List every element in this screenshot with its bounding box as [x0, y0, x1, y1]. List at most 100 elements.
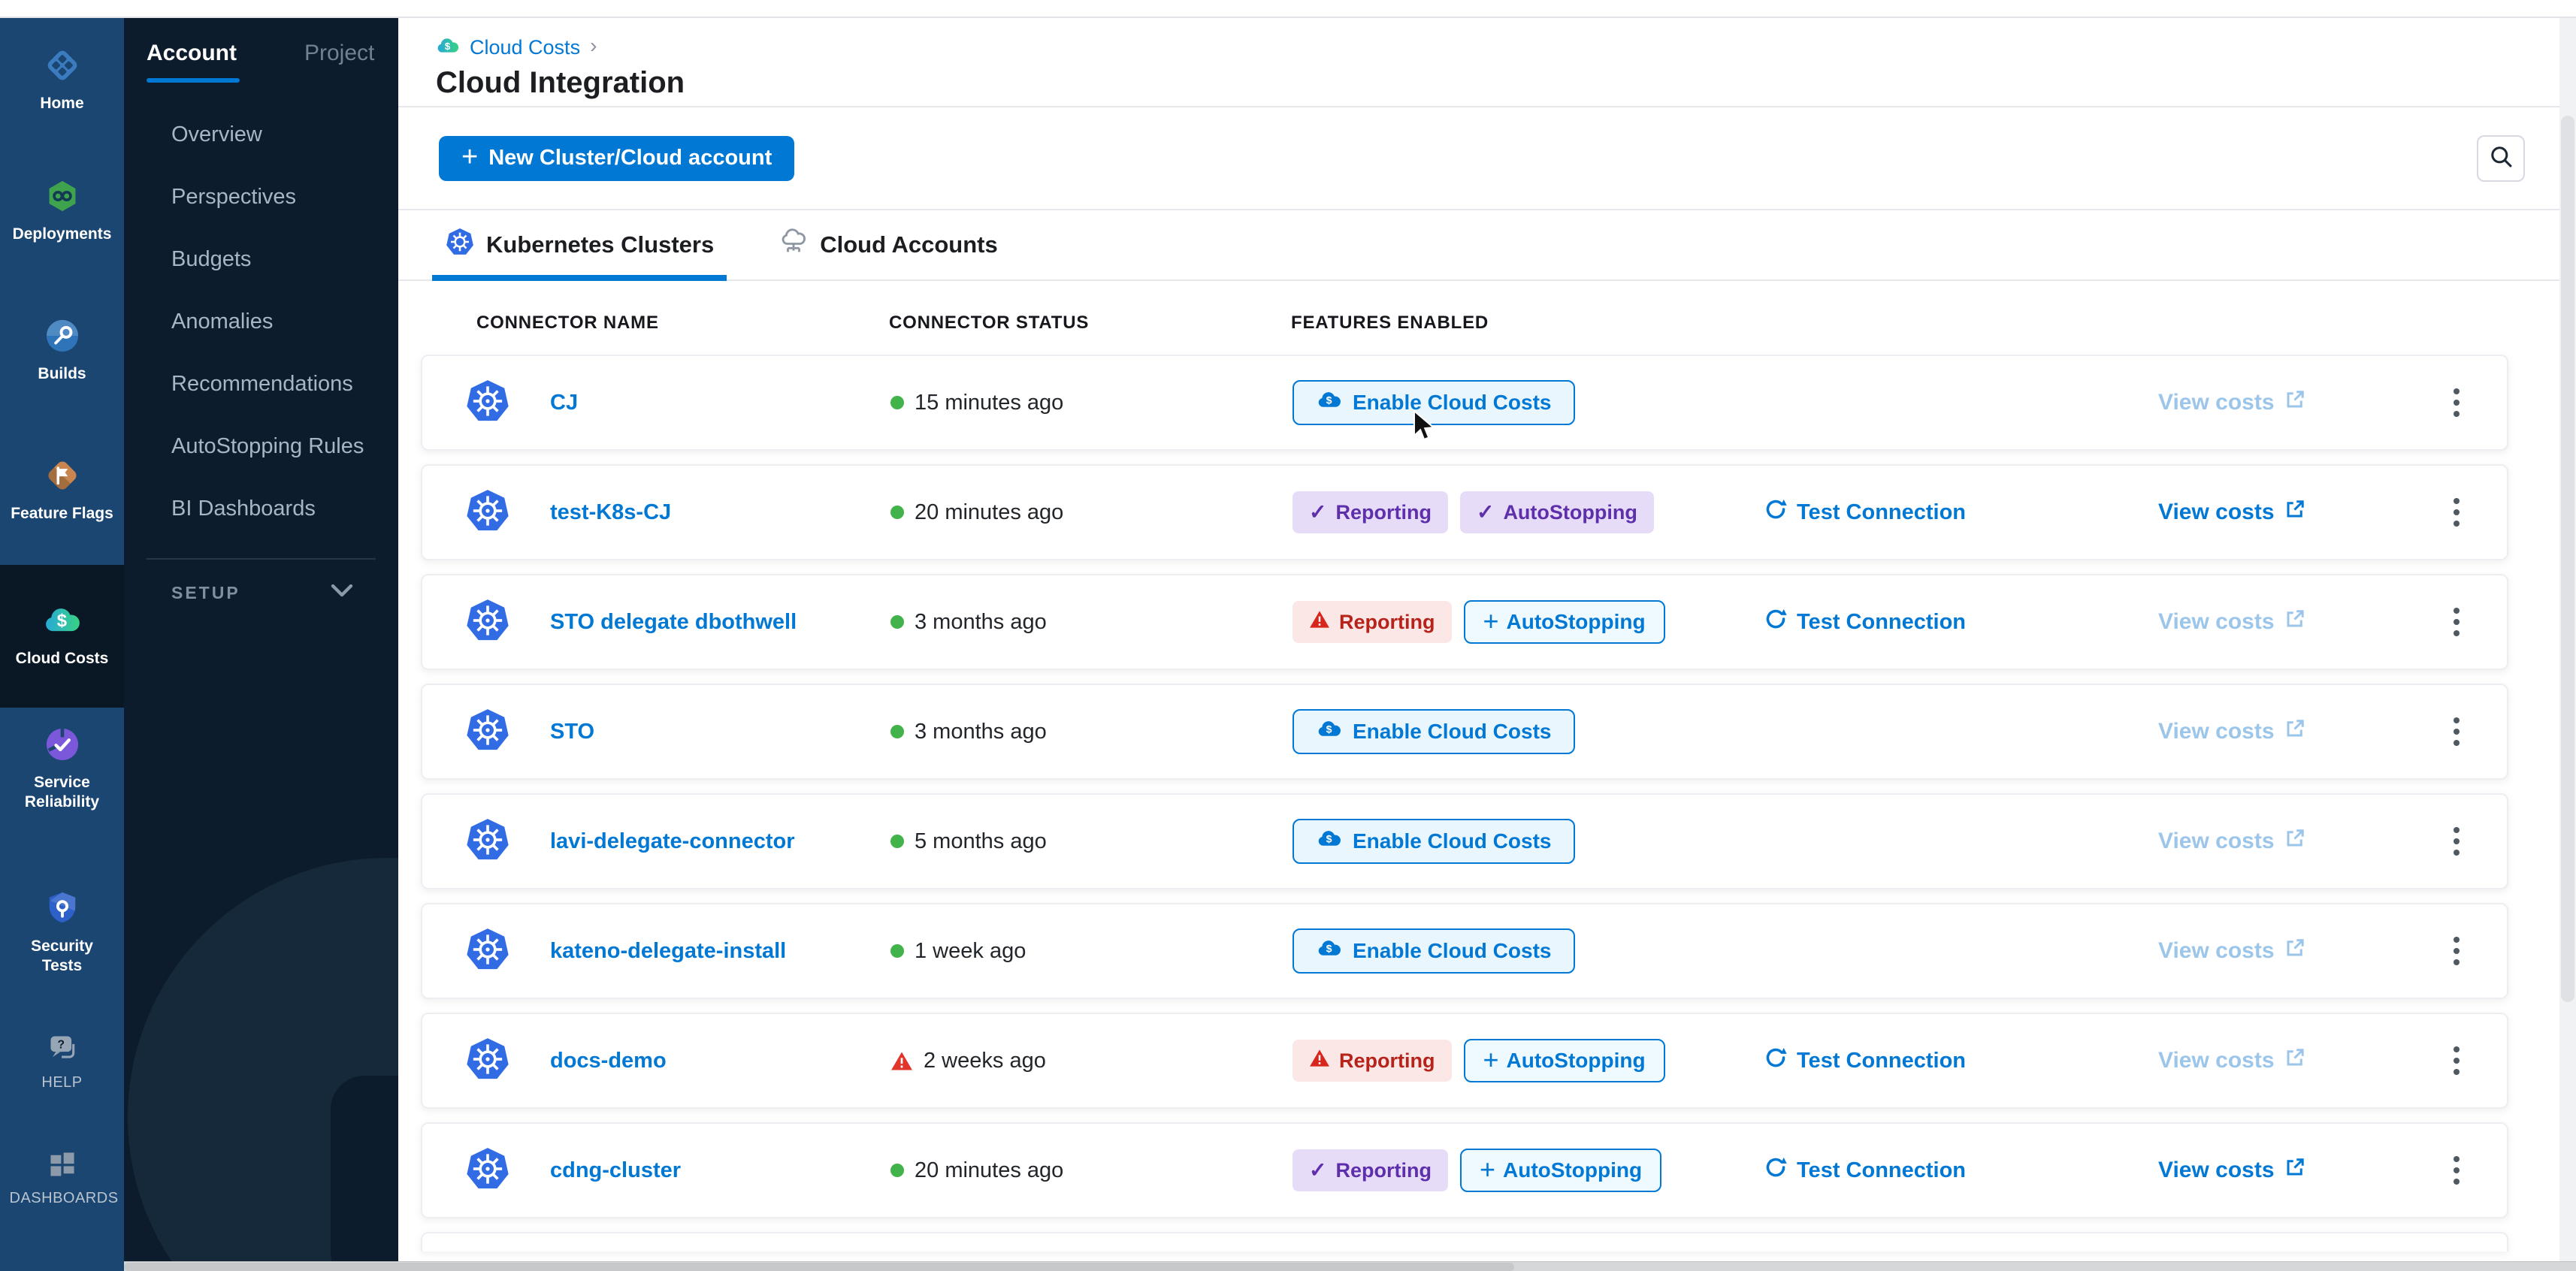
svg-text:?: ? — [57, 1039, 65, 1052]
external-link-icon — [2284, 1156, 2306, 1185]
breadcrumb: $ Cloud Costs › — [436, 35, 2576, 60]
vertical-scrollbar-thumb[interactable] — [2561, 116, 2574, 1002]
sidebar-item-overview[interactable]: Overview — [124, 104, 398, 166]
setup-label: SETUP — [171, 583, 240, 603]
reporting-error-badge: Reporting — [1293, 601, 1452, 643]
horizontal-scrollbar[interactable] — [124, 1261, 2576, 1271]
svg-text:$: $ — [445, 40, 451, 51]
panel-watermark — [128, 858, 398, 1271]
connector-name-link[interactable]: test-K8s-CJ — [550, 500, 890, 525]
badge-label: Reporting — [1339, 611, 1435, 634]
table-row-partial — [421, 1232, 2508, 1251]
horizontal-scrollbar-thumb[interactable] — [124, 1263, 1514, 1271]
view-costs-link[interactable]: View costs — [2158, 937, 2406, 965]
connector-name-link[interactable]: lavi-delegate-connector — [550, 829, 890, 854]
view-costs-link[interactable]: View costs — [2158, 1046, 2406, 1075]
test-connection-link[interactable]: Test Connection — [1764, 1046, 2158, 1076]
column-header-connector-name: CONNECTOR NAME — [476, 312, 659, 334]
sidebar-item-bi-dashboards[interactable]: BI Dashboards — [124, 478, 398, 540]
tab-project[interactable]: Project — [304, 41, 374, 83]
connector-status: 5 months ago — [890, 829, 1293, 854]
sidebar-item-budgets[interactable]: Budgets — [124, 228, 398, 291]
row-menu-button[interactable] — [2444, 708, 2469, 755]
row-menu-button[interactable] — [2444, 1147, 2469, 1194]
test-connection-link[interactable]: Test Connection — [1764, 497, 2158, 527]
setup-section-toggle[interactable]: SETUP — [124, 560, 398, 626]
tab-kubernetes-clusters[interactable]: Kubernetes Clusters — [432, 210, 727, 279]
search-button[interactable] — [2477, 135, 2525, 182]
features-cell: ✓Reporting✓AutoStopping — [1293, 491, 1764, 533]
rail-item-dashboards[interactable]: DASHBOARDS — [0, 1151, 124, 1208]
test-connection-link[interactable]: Test Connection — [1764, 1155, 2158, 1185]
home-icon — [45, 48, 80, 86]
status-ok-dot — [890, 835, 904, 848]
cloud-dollar-icon: $ — [1317, 718, 1342, 745]
status-ok-dot — [890, 944, 904, 958]
feature-flags-icon — [45, 458, 80, 497]
connector-name-link[interactable]: kateno-delegate-install — [550, 939, 890, 964]
connector-name-link[interactable]: docs-demo — [550, 1049, 890, 1073]
add-autostopping-button[interactable]: +AutoStopping — [1464, 1039, 1665, 1082]
enable-cloud-costs-button[interactable]: $Enable Cloud Costs — [1293, 819, 1575, 864]
sidebar-item-recommendations[interactable]: Recommendations — [124, 353, 398, 415]
sidebar-item-perspectives[interactable]: Perspectives — [124, 166, 398, 228]
view-costs-label: View costs — [2158, 719, 2275, 744]
rail-item-service-reliability[interactable]: Service Reliability — [0, 727, 124, 813]
enable-cloud-costs-button[interactable]: $Enable Cloud Costs — [1293, 928, 1575, 974]
view-costs-link[interactable]: View costs — [2158, 608, 2406, 636]
new-cluster-cloud-account-button[interactable]: + New Cluster/Cloud account — [439, 136, 794, 181]
connector-name-link[interactable]: CJ — [550, 391, 890, 415]
vertical-scrollbar[interactable] — [2559, 18, 2576, 1261]
row-menu-button[interactable] — [2444, 818, 2469, 865]
main-content: $ Cloud Costs › Cloud Integration + New … — [398, 18, 2576, 1271]
rail-item-label: Security Tests — [10, 937, 115, 977]
side-menu: Overview Perspectives Budgets Anomalies … — [124, 104, 398, 540]
rail-item-builds[interactable]: Builds — [0, 319, 124, 384]
reporting-enabled-badge: ✓Reporting — [1293, 1149, 1448, 1191]
test-connection-label: Test Connection — [1797, 1158, 1966, 1183]
kubernetes-connector-icon — [464, 926, 550, 977]
rail-item-cloud-costs[interactable]: $ Cloud Costs — [0, 565, 124, 708]
add-autostopping-button[interactable]: +AutoStopping — [1464, 600, 1665, 644]
sidebar-item-anomalies[interactable]: Anomalies — [124, 291, 398, 353]
connector-name-link[interactable]: STO delegate dbothwell — [550, 610, 890, 635]
view-costs-link[interactable]: View costs — [2158, 388, 2406, 417]
test-connection-link[interactable]: Test Connection — [1764, 607, 2158, 637]
tab-account[interactable]: Account — [147, 41, 237, 83]
connector-status: 2 weeks ago — [890, 1049, 1293, 1073]
sidebar-item-autostopping-rules[interactable]: AutoStopping Rules — [124, 415, 398, 478]
cloud-dollar-icon: $ — [1317, 937, 1342, 965]
check-icon: ✓ — [1309, 502, 1326, 523]
rail-item-label: Cloud Costs — [16, 649, 109, 669]
row-menu-button[interactable] — [2444, 1037, 2469, 1084]
connector-status-text: 2 weeks ago — [924, 1049, 1046, 1073]
row-menu-button[interactable] — [2444, 379, 2469, 426]
toolbar: + New Cluster/Cloud account — [398, 107, 2576, 210]
chevron-down-icon — [331, 584, 353, 602]
rail-item-deployments[interactable]: Deployments — [0, 179, 124, 244]
row-menu-button[interactable] — [2444, 599, 2469, 645]
connector-name-link[interactable]: STO — [550, 720, 890, 744]
view-costs-link[interactable]: View costs — [2158, 717, 2406, 746]
warning-icon — [1309, 1049, 1330, 1073]
breadcrumb-cloud-costs-link[interactable]: Cloud Costs — [470, 36, 580, 59]
rail-item-security-tests[interactable]: Security Tests — [0, 891, 124, 977]
svg-text:$: $ — [56, 611, 66, 632]
view-costs-label: View costs — [2158, 390, 2275, 415]
row-menu-button[interactable] — [2444, 928, 2469, 974]
tab-cloud-accounts[interactable]: Cloud Accounts — [766, 210, 1011, 279]
enable-cloud-costs-button[interactable]: $Enable Cloud Costs — [1293, 380, 1575, 425]
enable-cloud-costs-button[interactable]: $Enable Cloud Costs — [1293, 709, 1575, 754]
connector-name-link[interactable]: cdng-cluster — [550, 1158, 890, 1183]
connector-status-text: 5 months ago — [915, 829, 1047, 854]
test-connection-label: Test Connection — [1797, 1049, 1966, 1073]
view-costs-link[interactable]: View costs — [2158, 827, 2406, 856]
view-costs-link[interactable]: View costs — [2158, 1156, 2406, 1185]
view-costs-link[interactable]: View costs — [2158, 498, 2406, 527]
row-menu-button[interactable] — [2444, 489, 2469, 536]
rail-item-home[interactable]: Home — [0, 48, 124, 113]
rail-item-feature-flags[interactable]: Feature Flags — [0, 458, 124, 524]
status-warning-icon — [890, 1051, 913, 1071]
rail-item-help[interactable]: ? HELP — [0, 1034, 124, 1092]
add-autostopping-button[interactable]: +AutoStopping — [1460, 1149, 1661, 1192]
